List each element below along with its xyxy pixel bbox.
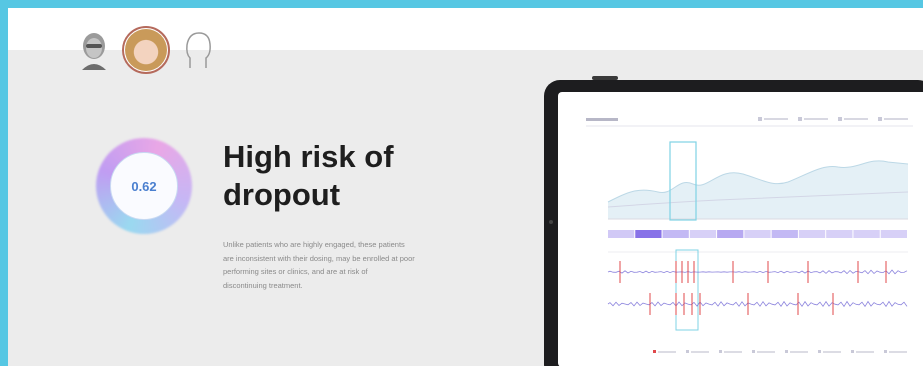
older-man-icon bbox=[82, 33, 106, 70]
footer-label bbox=[691, 351, 709, 353]
risk-score-badge: 0.62 bbox=[96, 138, 192, 234]
timeline-segment[interactable] bbox=[826, 230, 853, 238]
chart-header-bar bbox=[586, 118, 618, 121]
footer-label bbox=[724, 351, 742, 353]
footer-swatch bbox=[686, 350, 689, 353]
timeline-segment[interactable] bbox=[689, 230, 717, 238]
chart-legend bbox=[758, 117, 908, 121]
dashboard-chart bbox=[586, 117, 913, 353]
legend-swatch bbox=[758, 117, 762, 121]
description-line: are inconsistent with their dosing, may … bbox=[223, 253, 415, 263]
tablet-button bbox=[592, 76, 618, 80]
headline: High risk of dropout bbox=[223, 138, 483, 214]
headline-line-1: High risk of bbox=[223, 139, 394, 174]
persona-selector bbox=[74, 22, 218, 78]
timeline-bar[interactable] bbox=[608, 230, 907, 238]
legend-label bbox=[884, 118, 908, 120]
legend-label bbox=[804, 118, 828, 120]
young-woman-icon bbox=[125, 29, 167, 71]
timeline-segment[interactable] bbox=[853, 230, 880, 238]
tablet-camera bbox=[549, 220, 553, 224]
legend-swatch bbox=[838, 117, 842, 121]
timeline-segment[interactable] bbox=[662, 230, 689, 238]
description-line: Unlike patients who are highly engaged, … bbox=[223, 240, 405, 249]
avatar-young-woman[interactable] bbox=[122, 26, 170, 74]
signal-traces bbox=[607, 261, 908, 315]
footer-swatch bbox=[719, 350, 722, 353]
area-series bbox=[608, 160, 908, 219]
timeline-segment[interactable] bbox=[771, 230, 798, 238]
legend-swatch bbox=[878, 117, 882, 121]
footer-label bbox=[757, 351, 775, 353]
signal-line bbox=[607, 269, 908, 275]
score-value: 0.62 bbox=[110, 152, 178, 220]
timeline-segment[interactable] bbox=[635, 230, 662, 238]
timeline-segment[interactable] bbox=[744, 230, 771, 238]
footer-label bbox=[856, 351, 874, 353]
description: Unlike patients who are highly engaged, … bbox=[223, 238, 483, 292]
legend-label bbox=[844, 118, 868, 120]
footer-label bbox=[823, 351, 841, 353]
avatar-older-man[interactable] bbox=[74, 27, 114, 73]
signal-selection[interactable] bbox=[675, 249, 699, 331]
footer-swatch bbox=[818, 350, 821, 353]
legend-label bbox=[764, 118, 788, 120]
footer-swatch bbox=[785, 350, 788, 353]
footer-label bbox=[658, 351, 676, 353]
timeline-segment[interactable] bbox=[798, 230, 826, 238]
signal-line bbox=[607, 300, 908, 308]
timeline-segment[interactable] bbox=[880, 230, 907, 238]
description-line: performing sites or clinics, and are at … bbox=[223, 267, 368, 276]
page-frame: 0.62 High risk of dropout Unlike patient… bbox=[8, 8, 923, 366]
footer-label bbox=[889, 351, 907, 353]
footer-swatch bbox=[851, 350, 854, 353]
footer-label bbox=[790, 351, 808, 353]
description-line: discontinuing treatment. bbox=[223, 280, 303, 290]
legend-swatch bbox=[798, 117, 802, 121]
timeline-segment[interactable] bbox=[717, 230, 744, 238]
tablet-device bbox=[544, 76, 923, 366]
avatar-outline[interactable] bbox=[178, 27, 218, 73]
footer-swatch bbox=[752, 350, 755, 353]
tablet-screen bbox=[558, 92, 923, 366]
footer-swatch bbox=[884, 350, 887, 353]
headline-line-2: dropout bbox=[223, 177, 341, 212]
footer-swatch bbox=[653, 350, 656, 353]
outline-head-icon bbox=[186, 32, 211, 68]
timeline-segment[interactable] bbox=[608, 230, 635, 238]
chart-footer-legend bbox=[653, 350, 907, 353]
